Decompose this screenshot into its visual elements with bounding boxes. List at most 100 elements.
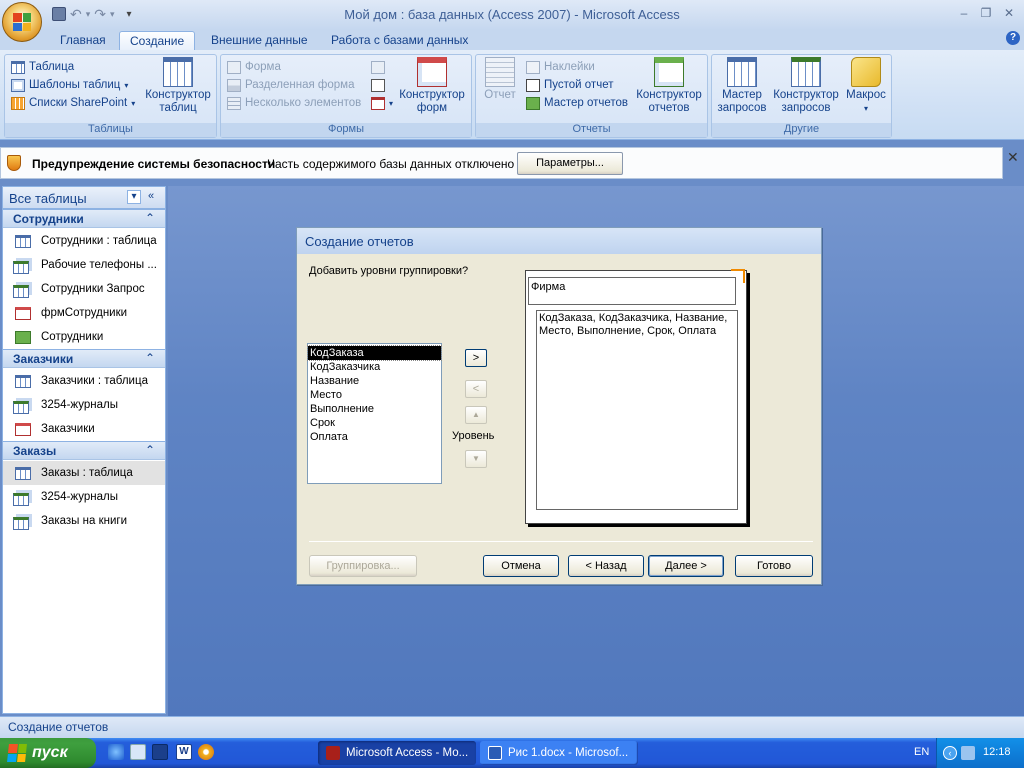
table-templates-button[interactable]: Шаблоны таблиц ▾	[11, 76, 145, 94]
nav-item[interactable]: Заказчики	[3, 417, 165, 441]
nav-item[interactable]: 3254-журналы	[3, 393, 165, 417]
nav-group-header[interactable]: Заказы ⌃	[3, 441, 165, 460]
close-button[interactable]: ✕	[999, 6, 1019, 20]
blank-report-button[interactable]: Пустой отчет	[526, 76, 636, 94]
collapse-group-icon[interactable]: ⌃	[145, 211, 155, 225]
nav-item[interactable]: Сотрудники : таблица	[3, 229, 165, 253]
tab-database-tools[interactable]: Работа с базами данных	[321, 31, 478, 50]
network-icon[interactable]	[961, 746, 975, 760]
labels-button[interactable]: Наклейки	[526, 58, 636, 76]
blank-form-button[interactable]	[371, 76, 395, 94]
nav-dropdown-icon[interactable]: ▾	[127, 190, 141, 204]
report-wizard-button[interactable]: Мастер отчетов	[526, 94, 636, 112]
nav-group-header[interactable]: Сотрудники ⌃	[3, 209, 165, 228]
show-desktop-icon[interactable]	[152, 744, 168, 760]
report-wizard-icon	[526, 96, 540, 110]
nav-item[interactable]: Сотрудники	[3, 325, 165, 349]
taskbar-item-access-label: Microsoft Access - Мо...	[346, 747, 469, 759]
nav-item[interactable]: 3254-журналы	[3, 485, 165, 509]
start-button[interactable]: пуск	[0, 738, 96, 768]
query-wizard-label-line1: Мастер	[722, 89, 762, 101]
blank-report-label: Пустой отчет	[544, 79, 614, 91]
nav-item[interactable]: Рабочие телефоны ...	[3, 253, 165, 277]
minimize-button[interactable]: –	[954, 6, 974, 20]
nav-group-title: Заказчики	[13, 352, 74, 366]
nav-item[interactable]: Сотрудники Запрос	[3, 277, 165, 301]
preview-corner-marker-icon	[731, 269, 745, 283]
clock[interactable]: 12:18	[983, 746, 1011, 758]
windows-logo-icon	[7, 744, 27, 762]
tab-external-data[interactable]: Внешние данные	[201, 31, 318, 50]
help-icon[interactable]: ?	[1006, 31, 1020, 45]
multiple-items-label: Несколько элементов	[245, 97, 362, 109]
nav-item[interactable]: Заказы : таблица	[3, 461, 165, 485]
nav-item[interactable]: Заказчики : таблица	[3, 369, 165, 393]
taskbar-item-word-label: Рис 1.docx - Microsof...	[508, 747, 629, 759]
taskbar-item-access[interactable]: Microsoft Access - Мо...	[318, 741, 476, 765]
ribbon-group-tables: Таблица Шаблоны таблиц ▾ Списки SharePoi…	[4, 54, 217, 138]
macro-button[interactable]: Макрос ▾	[842, 57, 890, 115]
pivot-chart-icon	[371, 60, 385, 74]
restore-button[interactable]: ❐	[976, 6, 996, 20]
nav-item[interactable]: Заказы на книги	[3, 509, 165, 533]
form-button[interactable]: Форма	[227, 58, 367, 76]
close-security-bar-icon[interactable]: ✕	[1007, 149, 1019, 166]
shutter-bar-close-icon[interactable]: «	[148, 190, 154, 202]
nav-item-label: Сотрудники	[41, 331, 104, 343]
nav-item[interactable]: фрмСотрудники	[3, 301, 165, 325]
form-designer-button[interactable]: Конструктор форм	[395, 57, 469, 115]
available-fields-list[interactable]: КодЗаказа КодЗаказчика Название Место Выполн…	[307, 343, 442, 484]
outlook-express-icon[interactable]	[130, 744, 146, 760]
query-designer-button[interactable]: Конструктор запросов	[770, 57, 842, 115]
field-list-item[interactable]: Оплата	[308, 430, 441, 444]
field-list-item[interactable]: Выполнение	[308, 402, 441, 416]
sharepoint-lists-button[interactable]: Списки SharePoint ▾	[11, 94, 145, 112]
grouping-options-button[interactable]: Группировка...	[309, 555, 417, 577]
chevron-down-icon: ▾	[389, 98, 394, 108]
form-icon	[15, 306, 31, 320]
finish-button[interactable]: Готово	[735, 555, 813, 577]
ribbon-group-other-label: Другие	[712, 123, 891, 137]
add-grouping-button[interactable]: >	[465, 349, 487, 367]
preview-group-header: Фирма	[528, 277, 736, 305]
field-list-item[interactable]: Срок	[308, 416, 441, 430]
multiple-items-button[interactable]: Несколько элементов	[227, 94, 367, 112]
field-list-item[interactable]: Место	[308, 388, 441, 402]
office-button[interactable]	[2, 2, 42, 42]
show-hidden-icons-icon[interactable]: ‹	[943, 746, 957, 760]
report-button[interactable]: Отчет	[480, 57, 520, 102]
report-designer-button[interactable]: Конструктор отчетов	[632, 57, 706, 115]
table-designer-button[interactable]: Конструктор таблиц	[143, 57, 213, 115]
pivot-chart-button[interactable]	[371, 58, 395, 76]
priority-up-icon[interactable]: ▲	[465, 406, 487, 424]
word-icon[interactable]: W	[176, 744, 192, 760]
internet-explorer-icon[interactable]	[108, 744, 124, 760]
collapse-group-icon[interactable]: ⌃	[145, 443, 155, 457]
field-list-item[interactable]: КодЗаказчика	[308, 360, 441, 374]
language-indicator[interactable]: EN	[914, 746, 929, 758]
chevron-down-icon: ▾	[863, 104, 868, 113]
security-options-button[interactable]: Параметры...	[517, 152, 623, 175]
tab-home[interactable]: Главная	[50, 31, 116, 50]
priority-down-icon[interactable]: ▼	[465, 450, 487, 468]
back-button[interactable]: < Назад	[568, 555, 644, 577]
taskbar-item-word[interactable]: Рис 1.docx - Microsof...	[480, 741, 638, 765]
create-table-button[interactable]: Таблица	[11, 58, 145, 76]
nav-group-header[interactable]: Заказчики ⌃	[3, 349, 165, 368]
status-text: Создание отчетов	[8, 720, 109, 734]
split-form-button[interactable]: Разделенная форма	[227, 76, 367, 94]
next-button[interactable]: Далее >	[648, 555, 724, 577]
more-forms-button[interactable]: ▾	[371, 94, 395, 112]
query-wizard-button[interactable]: Мастер запросов	[714, 57, 770, 115]
cancel-button[interactable]: Отмена	[483, 555, 559, 577]
preview-fields-line1: КодЗаказа, КодЗаказчика, Название,	[539, 312, 728, 324]
nav-pane-header[interactable]: Все таблицы ▾ «	[3, 187, 165, 209]
form-designer-label-line1: Конструктор	[399, 89, 465, 101]
query-icon	[13, 284, 29, 298]
remove-grouping-button[interactable]: <	[465, 380, 487, 398]
field-list-item[interactable]: КодЗаказа	[307, 345, 442, 361]
tab-create[interactable]: Создание	[119, 31, 196, 50]
media-player-icon[interactable]	[198, 744, 214, 760]
collapse-group-icon[interactable]: ⌃	[145, 351, 155, 365]
field-list-item[interactable]: Название	[308, 374, 441, 388]
